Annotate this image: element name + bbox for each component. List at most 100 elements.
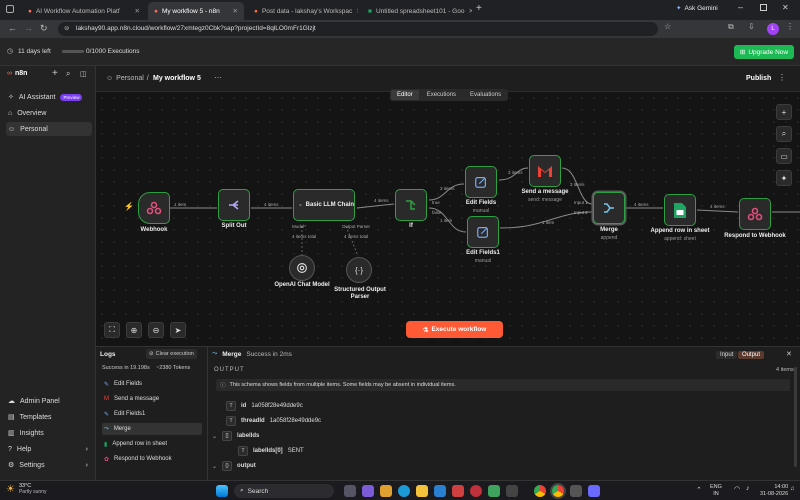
edge-browser-icon[interactable]: [398, 485, 410, 497]
node-webhook[interactable]: [138, 192, 170, 224]
chrome-icon[interactable]: [534, 485, 546, 497]
tab-search-icon[interactable]: [6, 5, 14, 13]
node-merge[interactable]: [593, 192, 625, 224]
breadcrumb[interactable]: ☺ Personal /: [106, 75, 149, 82]
close-tab-icon[interactable]: ✕: [135, 7, 140, 15]
node-edit-fields1[interactable]: [467, 216, 499, 248]
maximize-icon[interactable]: [760, 4, 767, 11]
schema-row[interactable]: ⌄ [] labelIds: [212, 431, 259, 441]
profile-avatar[interactable]: L: [767, 23, 779, 35]
notes-button[interactable]: ▭: [776, 148, 792, 164]
app-icon[interactable]: [452, 485, 464, 497]
bookmark-star-icon[interactable]: ☆: [664, 22, 671, 31]
extensions-icon[interactable]: ⧉: [728, 22, 734, 32]
output-tab[interactable]: Output: [738, 351, 765, 359]
close-window-icon[interactable]: ✕: [782, 3, 789, 12]
notification-icon[interactable]: ♫: [790, 486, 795, 492]
node-basic-llm-chain[interactable]: Basic LLM Chain: [293, 189, 355, 221]
schema-row[interactable]: ⌄ {} output: [212, 461, 256, 471]
input-tab[interactable]: Input: [716, 351, 738, 359]
browser-tab[interactable]: ■ Untitled spreadsheet101 - Goo ✕: [362, 2, 472, 20]
app-icon[interactable]: [434, 485, 446, 497]
app-icon[interactable]: [470, 485, 482, 497]
log-item-edit-fields[interactable]: ✎ Edit Fields: [102, 378, 202, 390]
taskbar-search[interactable]: ⌕ Search: [234, 484, 334, 498]
windows-start-icon[interactable]: [216, 485, 228, 497]
log-item-respond-webhook[interactable]: ✿ Respond to Webhook: [102, 453, 202, 465]
clock[interactable]: 14:00 31-08-2026: [760, 484, 788, 498]
schema-row[interactable]: T labelIds[0] SENT: [238, 446, 304, 456]
log-item-edit-fields1[interactable]: ✎ Edit Fields1: [102, 408, 202, 420]
sidebar-item-admin-panel[interactable]: ☁ Admin Panel: [6, 394, 92, 408]
node-if[interactable]: [395, 189, 427, 221]
node-edit-fields[interactable]: [465, 166, 497, 198]
ask-gemini-button[interactable]: ✦ Ask Gemini: [676, 4, 718, 13]
add-icon[interactable]: +: [52, 68, 58, 79]
zoom-in-button[interactable]: ⊕: [126, 322, 142, 338]
weather-widget[interactable]: ☀ 33°C Partly sunny: [6, 483, 46, 495]
node-respond-webhook[interactable]: [739, 198, 771, 230]
back-icon[interactable]: ←: [8, 23, 17, 33]
download-icon[interactable]: ⇩: [748, 22, 755, 31]
node-structured-output-parser[interactable]: {·}: [346, 257, 372, 283]
volume-icon[interactable]: ♪: [746, 485, 750, 492]
sidebar-item-templates[interactable]: ▤ Templates: [6, 410, 92, 424]
browser-tab-active[interactable]: ● My workflow 5 - n8n ✕: [148, 2, 244, 20]
close-tab-icon[interactable]: ✕: [233, 7, 238, 15]
publish-button[interactable]: Publish: [746, 75, 771, 82]
app-icon[interactable]: [488, 485, 500, 497]
browser-tab[interactable]: ● AI Workflow Automation Platf ✕: [22, 2, 146, 20]
close-tab-icon[interactable]: ✕: [356, 7, 358, 15]
forward-icon[interactable]: →: [24, 23, 33, 33]
sidebar-item-help[interactable]: ? Help ›: [6, 442, 92, 456]
chrome-active-icon[interactable]: [552, 485, 564, 497]
node-openai-chat-model[interactable]: [289, 255, 315, 281]
schema-row[interactable]: T id 1a058f28e49dde9c: [226, 401, 303, 411]
node-split-out[interactable]: [218, 189, 250, 221]
search-icon[interactable]: ⌕: [66, 69, 70, 79]
reload-icon[interactable]: ↻: [40, 23, 48, 34]
sidebar-item-overview[interactable]: ⌂ Overview: [6, 106, 92, 120]
browser-menu-icon[interactable]: ⋮: [786, 22, 794, 31]
workflow-canvas[interactable]: Editor Executions Evaluations 1 item 4 i…: [96, 89, 800, 346]
ai-assistant-button[interactable]: ✦: [776, 170, 792, 186]
panel-close-icon[interactable]: ✕: [786, 350, 792, 358]
log-item-merge[interactable]: ⤳ Merge: [102, 423, 202, 435]
collapse-sidebar-icon[interactable]: ◫: [80, 70, 87, 78]
app-icon[interactable]: [506, 485, 518, 497]
log-item-append-row[interactable]: ▮ Append row in sheet: [102, 438, 202, 450]
cursor-tool-button[interactable]: ➤: [170, 322, 186, 338]
url-field[interactable]: ⊜ lakshay90.app.n8n.cloud/workflow/27xmt…: [58, 22, 658, 36]
log-item-send-message[interactable]: M Send a message: [102, 393, 202, 405]
sidebar-item-insights[interactable]: ▥ Insights: [6, 426, 92, 440]
schema-row[interactable]: T threadId 1a058f28e49dde9c: [226, 416, 321, 426]
sidebar-item-personal[interactable]: ☺ Personal: [6, 122, 92, 136]
sidebar-item-settings[interactable]: ⚙ Settings ›: [6, 458, 92, 472]
minimize-icon[interactable]: –: [738, 2, 743, 12]
sidebar-item-ai-assistant[interactable]: ✧ AI Assistant Preview: [6, 90, 92, 104]
site-info-icon[interactable]: ⊜: [64, 22, 69, 36]
app-icon[interactable]: [570, 485, 582, 497]
clear-execution-button[interactable]: ⊘ Clear execution: [146, 349, 197, 359]
node-append-row[interactable]: [664, 194, 696, 226]
scrollbar[interactable]: [794, 367, 797, 467]
task-view-icon[interactable]: [344, 485, 356, 497]
language-indicator[interactable]: ENG IN: [710, 484, 722, 498]
add-node-button[interactable]: +: [776, 104, 792, 120]
app-icon[interactable]: [362, 485, 374, 497]
upgrade-now-button[interactable]: ⊞ Upgrade Now: [734, 45, 794, 59]
execute-workflow-button[interactable]: ⚗ Execute workflow: [406, 321, 503, 338]
n8n-logo[interactable]: ∞ n8n: [7, 70, 27, 77]
app-icon[interactable]: [380, 485, 392, 497]
browser-tab[interactable]: ● Post data - lakshay's Workspac ✕: [248, 2, 358, 20]
workflow-menu-button[interactable]: ···: [214, 73, 222, 82]
header-more-icon[interactable]: ⋮: [778, 73, 786, 82]
wifi-icon[interactable]: ◠: [734, 485, 740, 493]
app-icon[interactable]: [588, 485, 600, 497]
zoom-out-button[interactable]: ⊖: [148, 322, 164, 338]
close-tab-icon[interactable]: ✕: [468, 7, 472, 15]
node-send-message[interactable]: [529, 155, 561, 187]
workflow-name[interactable]: My workflow 5: [153, 75, 201, 82]
new-tab-icon[interactable]: +: [476, 3, 482, 14]
file-explorer-icon[interactable]: [416, 485, 428, 497]
